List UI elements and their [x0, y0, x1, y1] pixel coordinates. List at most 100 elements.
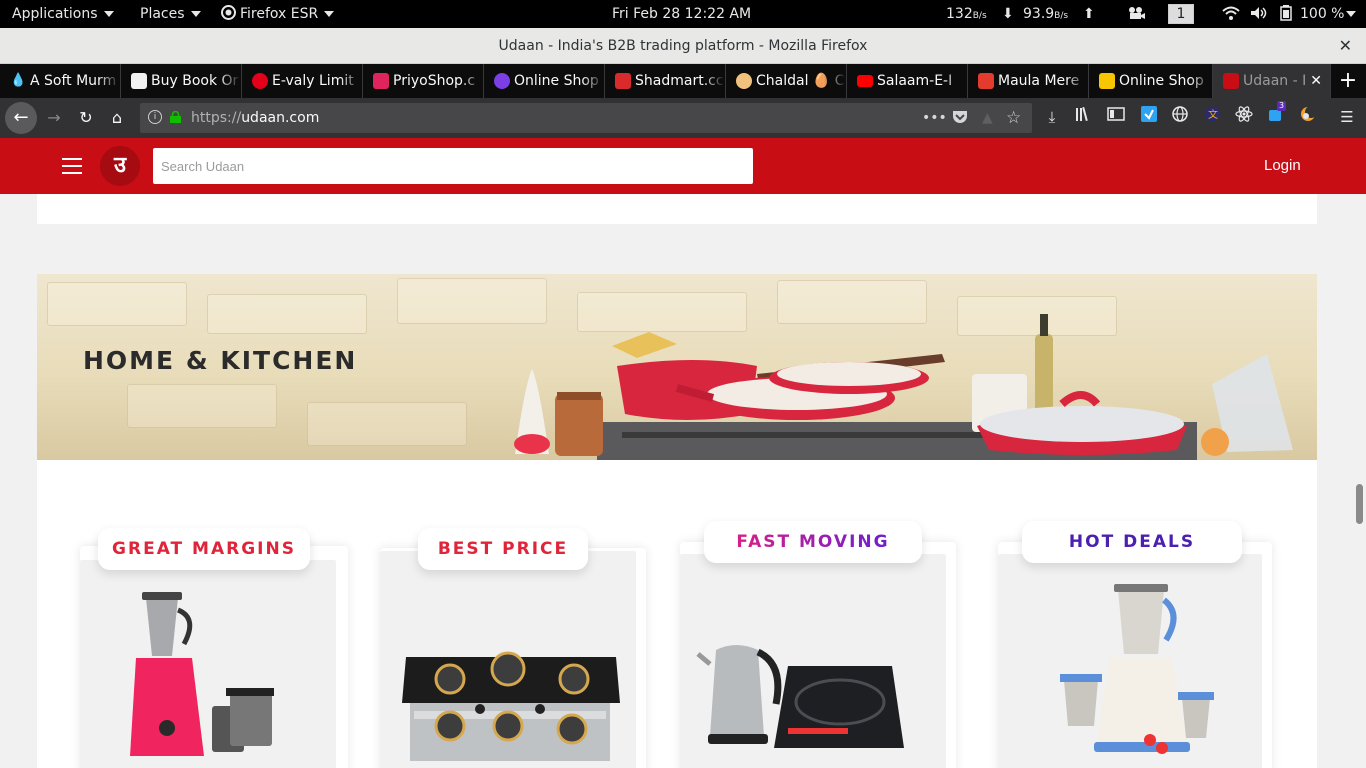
fast-moving-text: FAST MOVING: [736, 532, 890, 552]
search-input[interactable]: [153, 148, 753, 184]
tab-favicon-icon: [494, 73, 510, 89]
bookmark-star-icon[interactable]: ☆: [1006, 103, 1021, 133]
tab[interactable]: E-valy Limit: [242, 64, 363, 98]
tab-favicon-icon: [615, 73, 631, 89]
system-menu-caret[interactable]: [1346, 0, 1356, 28]
navigation-toolbar: ← → ↻ ⌂ i https://udaan.com ••• ▲ ☆ ⤓ 文 …: [0, 98, 1366, 138]
tab-favicon-icon: [736, 73, 752, 89]
download-arrow-icon: ⬇: [1002, 6, 1014, 22]
promo-card-best-price[interactable]: [380, 548, 646, 768]
upload-arrow-icon: ⬆: [1083, 6, 1095, 22]
moon-extension-icon[interactable]: [1297, 106, 1319, 128]
translate-extension-icon[interactable]: 文: [1201, 106, 1223, 128]
pocket-icon[interactable]: [952, 103, 968, 133]
url-text: https://udaan.com: [191, 103, 319, 133]
new-tab-button[interactable]: +: [1338, 64, 1358, 98]
great-margins-label: GREAT MARGINS: [98, 528, 310, 570]
chevron-down-icon: [103, 11, 114, 17]
net-speed-down: 132B/s: [946, 0, 987, 28]
battery-icon[interactable]: [1280, 0, 1292, 28]
firefox-app-label: Firefox ESR: [240, 6, 319, 22]
chevron-down-icon: [1346, 11, 1356, 17]
gas-stove-icon: [380, 551, 636, 768]
page-actions-icon[interactable]: •••: [922, 103, 947, 133]
url-prefix: https://: [191, 110, 242, 126]
clock[interactable]: Fri Feb 28 12:22 AM: [612, 0, 751, 28]
site-info-icon[interactable]: i: [148, 110, 162, 124]
extension-badge-count: 3: [1277, 101, 1287, 111]
window-title: Udaan - India's B2B trading platform - M…: [498, 38, 868, 54]
tab[interactable]: Salaam-E-I: [847, 64, 968, 98]
applications-menu[interactable]: Applications: [12, 0, 114, 28]
net-up-value: 93.9: [1023, 6, 1055, 22]
site-menu-icon[interactable]: [62, 158, 82, 174]
screenshot-extension-icon[interactable]: [1138, 106, 1160, 128]
tab-label: Udaan - I: [1243, 73, 1307, 89]
close-tab-icon[interactable]: ✕: [1310, 64, 1322, 98]
promo-card-hot-deals[interactable]: [998, 542, 1272, 768]
tab[interactable]: Online Shop: [1089, 64, 1213, 98]
tab-favicon-icon: 💧: [10, 73, 27, 88]
tab-favicon-icon: [252, 73, 268, 89]
lock-icon: [170, 111, 181, 123]
net-up-unit: B/s: [1054, 11, 1069, 21]
hamburger-menu-icon[interactable]: ☰: [1336, 106, 1358, 128]
firefox-icon: [221, 5, 236, 20]
promo-card-great-margins[interactable]: [80, 546, 348, 768]
site-header: उ Login: [0, 138, 1366, 194]
tab-active[interactable]: Udaan - I ✕: [1213, 64, 1331, 98]
system-top-bar: Applications Places Firefox ESR Fri Feb …: [0, 0, 1366, 28]
workspace-indicator[interactable]: 1: [1168, 0, 1194, 28]
library-icon[interactable]: [1073, 106, 1095, 128]
tab-favicon-icon: [1099, 73, 1115, 89]
tab-favicon-icon: [857, 75, 873, 87]
react-devtools-icon[interactable]: [1233, 106, 1255, 128]
forward-button[interactable]: →: [40, 104, 68, 132]
address-bar[interactable]: i https://udaan.com ••• ▲ ☆: [140, 103, 1032, 133]
window-title-bar: Udaan - India's B2B trading platform - M…: [0, 28, 1366, 64]
net-speed-up: 93.9B/s: [1023, 0, 1068, 28]
svg-text:文: 文: [1208, 108, 1218, 121]
sidebar-icon[interactable]: [1105, 106, 1127, 128]
tab-label: Salaam-E-I: [877, 73, 953, 89]
back-button[interactable]: ←: [5, 102, 37, 134]
camera-icon[interactable]: [1128, 0, 1146, 28]
url-domain: udaan.com: [241, 110, 320, 126]
tab[interactable]: 💧 A Soft Murm: [0, 64, 121, 98]
home-kitchen-banner[interactable]: HOME & KITCHEN: [37, 274, 1317, 460]
globe-extension-icon[interactable]: [1169, 106, 1191, 128]
tab[interactable]: Chaldal 🥚 C: [726, 64, 847, 98]
downloads-icon[interactable]: ⤓: [1041, 106, 1063, 128]
chevron-down-icon: [190, 11, 201, 17]
workspace-number: 1: [1168, 4, 1194, 24]
volume-icon[interactable]: [1250, 0, 1268, 28]
content-top-strip: [37, 194, 1317, 224]
firefox-app-menu[interactable]: Firefox ESR: [221, 0, 335, 28]
places-menu[interactable]: Places: [140, 0, 201, 28]
wifi-icon[interactable]: [1222, 0, 1240, 28]
reload-button[interactable]: ↻: [72, 104, 100, 132]
reader-mode-icon[interactable]: ▲: [982, 103, 993, 133]
tab[interactable]: PriyoShop.c: [363, 64, 484, 98]
home-button[interactable]: ⌂: [103, 104, 131, 132]
net-down-value: 132: [946, 6, 973, 22]
close-window-icon[interactable]: ✕: [1339, 28, 1352, 64]
chevron-down-icon: [324, 11, 335, 17]
page-scrollbar[interactable]: [1356, 484, 1363, 524]
banner-title: HOME & KITCHEN: [83, 346, 358, 375]
hot-deals-label: HOT DEALS: [1022, 521, 1242, 563]
tab[interactable]: Online Shop: [484, 64, 605, 98]
page-viewport: उ Login: [0, 138, 1366, 768]
promo-card-fast-moving[interactable]: [680, 542, 956, 768]
tab-favicon-icon: [1223, 73, 1239, 89]
notification-extension-icon[interactable]: 3: [1265, 101, 1287, 128]
tab[interactable]: Buy Book Or: [121, 64, 242, 98]
udaan-logo[interactable]: उ: [100, 146, 140, 186]
tab[interactable]: Maula Mere: [968, 64, 1089, 98]
tab-strip: 💧 A Soft Murm Buy Book Or E-valy Limit Pr…: [0, 64, 1366, 98]
login-button[interactable]: Login: [1264, 138, 1301, 194]
tab[interactable]: Shadmart.cc: [605, 64, 726, 98]
tab-favicon-icon: [978, 73, 994, 89]
best-price-label: BEST PRICE: [418, 528, 588, 570]
battery-percent: 100 %: [1300, 6, 1345, 22]
